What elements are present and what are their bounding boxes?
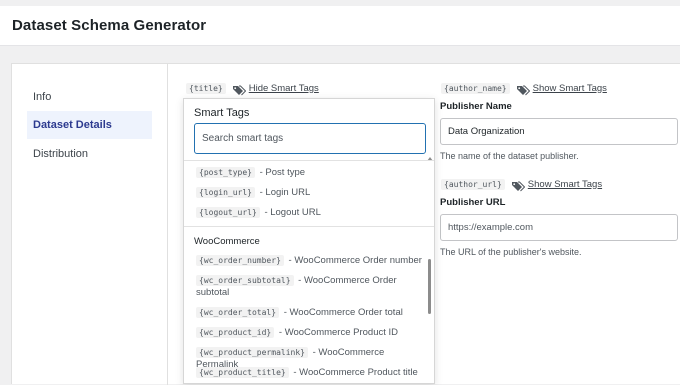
author-name-tag: {author_name}	[441, 82, 510, 94]
divider	[184, 226, 434, 227]
tag-description: - Logout URL	[264, 207, 321, 218]
publisher-name-label: Publisher Name	[440, 101, 512, 112]
author-url-tag: {author_url}	[441, 178, 505, 190]
dropdown-title: Smart Tags	[194, 107, 250, 119]
publisher-name-help: The name of the dataset publisher.	[440, 151, 579, 161]
author-url-smart-tag-row: {author_url} Show Smart Tags	[441, 177, 602, 191]
smart-tag-item[interactable]: {wc_order_subtotal} - WooCommerce Order …	[196, 275, 424, 299]
tag-description: - Login URL	[259, 187, 311, 198]
tag-description: - WooCommerce Product ID	[278, 327, 399, 338]
smart-tag-item[interactable]: {wc_order_number} - WooCommerce Order nu…	[196, 255, 424, 267]
tag-code: {logout_url}	[196, 207, 260, 218]
publisher-name-input[interactable]	[440, 118, 678, 145]
smart-tags-dropdown: Smart Tags {post_type} - Post type {logi…	[183, 98, 435, 384]
title-smart-tag-row: {title} Hide Smart Tags	[186, 81, 319, 95]
author-name-smart-tag-row: {author_name} Show Smart Tags	[441, 81, 607, 95]
tags-icon	[232, 83, 246, 95]
nav-item-info[interactable]: Info	[27, 83, 152, 111]
tag-code: {post_type}	[196, 167, 255, 178]
page-title: Dataset Schema Generator	[12, 17, 207, 34]
tag-description: - WooCommerce Order number	[288, 255, 422, 266]
smart-tags-search-input[interactable]	[194, 123, 426, 154]
sidebar-nav: Info Dataset Details Distribution	[12, 64, 168, 385]
show-smart-tags-link[interactable]: Show Smart Tags	[533, 83, 607, 94]
tag-code: {wc_order_number}	[196, 255, 284, 266]
tag-description: - Post type	[259, 167, 306, 178]
tag-code: {login_url}	[196, 187, 255, 198]
tags-icon	[511, 179, 526, 191]
dropdown-scrollbar[interactable]	[428, 259, 431, 314]
hide-smart-tags-link[interactable]: Hide Smart Tags	[249, 83, 319, 94]
smart-tag-item[interactable]: {login_url} - Login URL	[196, 187, 424, 199]
tag-code: {wc_order_total}	[196, 307, 280, 318]
publisher-url-label: Publisher URL	[440, 197, 506, 208]
page-header: Dataset Schema Generator	[0, 6, 680, 46]
tags-icon	[516, 83, 530, 95]
tag-description: - WooCommerce Product title	[293, 367, 418, 378]
smart-tag-item[interactable]: {wc_product_id} - WooCommerce Product ID	[196, 327, 424, 339]
tag-code: {wc_product_permalink}	[196, 347, 308, 358]
smart-tag-group-label: WooCommerce	[194, 236, 260, 247]
tag-code: {wc_product_id}	[196, 327, 275, 338]
tag-description: - WooCommerce Order total	[283, 307, 403, 318]
publisher-url-help: The URL of the publisher's website.	[440, 247, 582, 257]
tag-code: {wc_order_subtotal}	[196, 275, 294, 286]
smart-tag-item[interactable]: {post_type} - Post type	[196, 167, 424, 179]
title-tag: {title}	[186, 82, 226, 94]
divider	[184, 160, 434, 161]
smart-tag-item[interactable]: {logout_url} - Logout URL	[196, 207, 424, 219]
nav-item-distribution[interactable]: Distribution	[27, 140, 152, 168]
show-smart-tags-link[interactable]: Show Smart Tags	[528, 179, 602, 190]
publisher-url-input[interactable]	[440, 214, 678, 241]
smart-tag-item[interactable]: {wc_product_title} - WooCommerce Product…	[196, 367, 424, 379]
tag-code: {wc_product_title}	[196, 367, 289, 378]
smart-tag-item[interactable]: {wc_order_total} - WooCommerce Order tot…	[196, 307, 424, 319]
nav-item-dataset-details[interactable]: Dataset Details	[27, 111, 152, 139]
